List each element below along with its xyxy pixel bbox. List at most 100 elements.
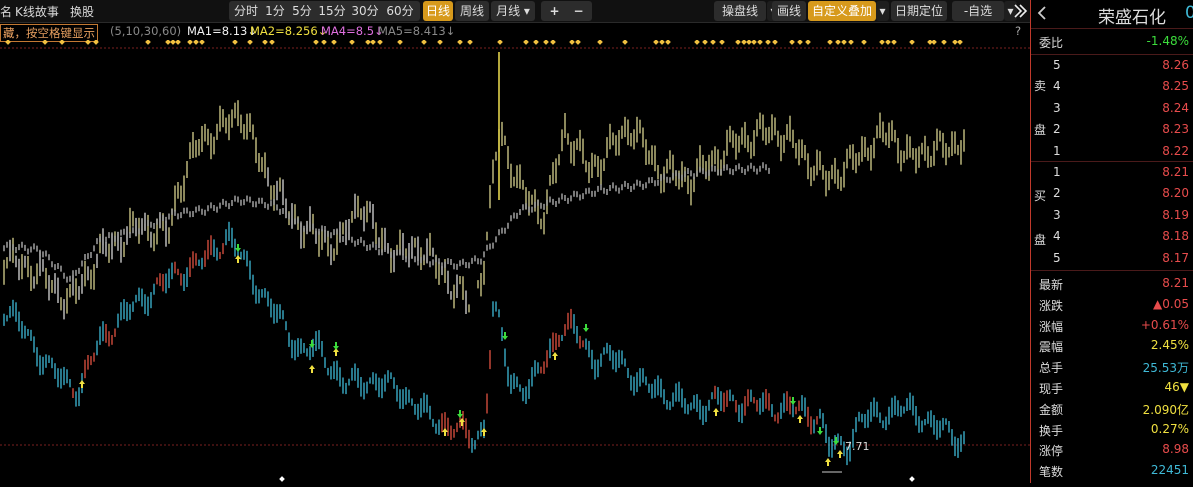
top-event-marker: [622, 39, 628, 45]
watchlist-button[interactable]: -自选: [952, 1, 1004, 21]
toolbar-item-name[interactable]: 名: [0, 3, 12, 20]
tab-30min[interactable]: 30分: [349, 1, 381, 21]
top-event-marker: [827, 39, 833, 45]
buy-level-3-label: 3: [1053, 207, 1061, 222]
help-icon[interactable]: ?: [1015, 24, 1021, 38]
tab-5min[interactable]: 5分: [289, 1, 315, 21]
custom-overlay-button[interactable]: 自定义叠加: [808, 1, 876, 21]
top-event-marker: [805, 39, 811, 45]
stat-row-label: 换手: [1039, 423, 1064, 438]
top-event-marker: [569, 39, 575, 45]
top-event-marker: [841, 39, 847, 45]
kline-chart[interactable]: 7.71: [0, 39, 1030, 483]
buy-signal-arrow: [481, 428, 487, 436]
sell-level-2-value: 8.23: [1162, 122, 1189, 137]
tab-1min[interactable]: 1分: [263, 1, 287, 21]
stat-row-label: 涨停: [1039, 444, 1064, 459]
ma-params: (5,10,30,60): [110, 24, 182, 38]
draw-line-button[interactable]: 画线: [772, 1, 806, 21]
stat-row-value: 25.53万: [1142, 361, 1189, 376]
date-locate-button[interactable]: 日期定位: [891, 1, 947, 21]
top-event-marker: [85, 39, 91, 45]
bottom-event-marker: [909, 476, 915, 482]
sell-level-5-value: 8.26: [1162, 58, 1189, 72]
buy-level-5-value: 8.17: [1162, 250, 1189, 265]
stat-row-value: 8.21: [1162, 276, 1189, 290]
tab-daily[interactable]: 日线: [423, 1, 453, 21]
stat-row-label: 总手: [1039, 361, 1064, 376]
top-event-marker: [187, 39, 193, 45]
top-event-marker: [247, 39, 253, 45]
top-event-marker: [879, 39, 885, 45]
top-event-marker: [165, 39, 171, 45]
quote-panel: 荣盛石化 0 委比 -1.48% 卖 盘 5 8.26 4 8.25 3 8.24 2 8.2…: [1031, 0, 1193, 483]
sell-level-5: 5 8.26: [1031, 55, 1193, 76]
tab-60min[interactable]: 60分: [383, 1, 417, 21]
top-event-marker: [145, 39, 151, 45]
zoom-out-button[interactable]: −: [567, 1, 590, 21]
sell-signal-arrow: [817, 427, 823, 435]
zoom-in-button[interactable]: +: [543, 1, 566, 21]
sell-level-1-value: 8.22: [1162, 143, 1189, 158]
stat-row-value: 0.27%: [1150, 421, 1189, 436]
order-ratio-value: -1.48%: [1146, 34, 1189, 48]
top-event-marker: [550, 39, 556, 45]
panel-header: 荣盛石化 0: [1031, 0, 1193, 29]
top-event-marker: [772, 39, 778, 45]
tab-timeshare[interactable]: 分时: [231, 1, 261, 21]
tab-monthly[interactable]: 月线 ▾: [491, 1, 535, 21]
stat-row-value: 46▼: [1164, 380, 1190, 394]
top-event-marker: [848, 39, 854, 45]
sell-signal-arrow: [333, 342, 339, 350]
sell-level-3: 3 8.24: [1031, 98, 1193, 119]
sell-level-4: 4 8.25: [1031, 76, 1193, 97]
sell-signal-arrow: [790, 397, 796, 405]
top-event-marker: [262, 39, 268, 45]
top-event-marker: [365, 39, 371, 45]
stat-row-value: 22451: [1150, 463, 1189, 478]
double-chevron-right-icon[interactable]: [1012, 1, 1028, 21]
top-event-marker: [909, 39, 915, 45]
stat-row-label: 涨幅: [1039, 319, 1064, 334]
top-event-marker: [497, 39, 503, 45]
top-event-marker: [665, 39, 671, 45]
buy-level-4-label: 4: [1053, 229, 1061, 244]
trade-line-button[interactable]: 操盘线: [714, 1, 766, 21]
top-event-marker: [575, 39, 581, 45]
buy-level-5: 5 8.17: [1031, 248, 1193, 269]
top-event-marker: [719, 39, 725, 45]
buy-level-1-value: 8.21: [1162, 165, 1189, 179]
top-event-marker: [232, 39, 238, 45]
separator: [1031, 270, 1193, 271]
top-event-marker: [952, 39, 958, 45]
chevron-left-icon[interactable]: [1036, 5, 1048, 25]
tab-15min[interactable]: 15分: [317, 1, 347, 21]
tab-weekly[interactable]: 周线: [455, 1, 489, 21]
sell-level-5-label: 5: [1053, 58, 1061, 72]
ma2-value: MA2=8.256↓: [250, 24, 328, 38]
top-event-marker: [891, 39, 897, 45]
stat-row: 最新 8.21: [1031, 273, 1193, 294]
stat-row-label: 震幅: [1039, 340, 1064, 355]
stat-row: 涨停 8.98: [1031, 439, 1193, 460]
stat-row: 涨跌 ▲0.05: [1031, 294, 1193, 315]
buy-signal-arrow: [797, 415, 803, 423]
top-event-marker: [957, 39, 963, 45]
top-event-marker: [5, 39, 11, 45]
buy-signal-arrow: [552, 352, 558, 360]
ma4-value: MA4=8.5↓: [321, 24, 384, 38]
sell-level-3-value: 8.24: [1162, 100, 1189, 115]
sell-level-1: 1 8.22: [1031, 141, 1193, 162]
top-event-marker: [789, 39, 795, 45]
top-event-marker: [437, 39, 443, 45]
custom-overlay-dropdown[interactable]: ▾: [876, 1, 889, 21]
order-ratio-row: 委比 -1.48%: [1031, 31, 1193, 52]
toolbar-item-kline-story[interactable]: K线故事: [15, 3, 59, 20]
stat-row: 笔数 22451: [1031, 460, 1193, 481]
buy-level-3-value: 8.19: [1162, 207, 1189, 222]
sell-signal-arrow: [583, 324, 589, 332]
sell-signal-arrow: [235, 244, 241, 252]
stock-code: 0: [1185, 3, 1193, 23]
sell-signal-arrow: [457, 410, 463, 418]
toolbar-item-change-stock[interactable]: 换股: [70, 3, 94, 20]
